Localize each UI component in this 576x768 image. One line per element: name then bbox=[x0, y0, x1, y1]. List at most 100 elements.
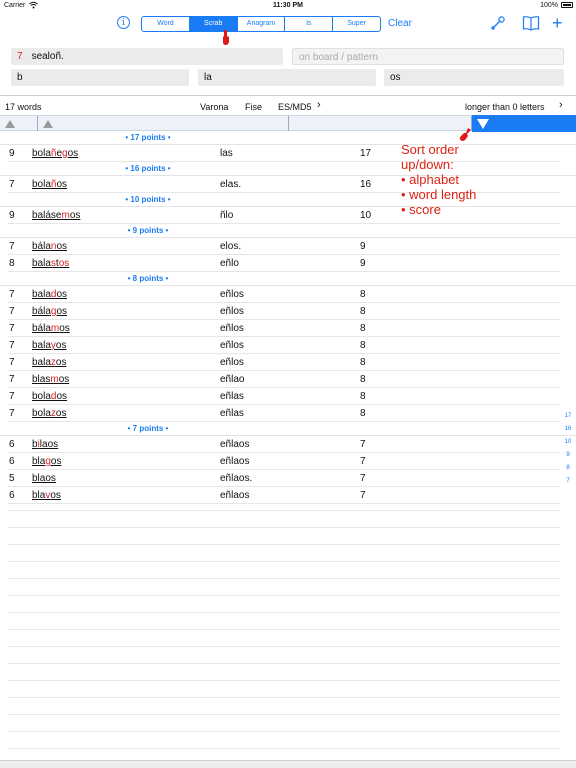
sort-pattern-column[interactable] bbox=[289, 116, 472, 131]
index-item[interactable]: 7 bbox=[562, 475, 574, 488]
remaining-letters: eñlo bbox=[220, 258, 239, 269]
word-text[interactable]: bolañegos bbox=[32, 148, 78, 159]
results-info-row: 17 words Varona Fise ES/MD5 › longer tha… bbox=[0, 99, 576, 115]
info-icon[interactable]: i bbox=[117, 16, 130, 29]
word-score: 17 bbox=[360, 148, 372, 159]
index-item[interactable]: 9 bbox=[562, 449, 574, 462]
word-part: bala bbox=[32, 258, 51, 269]
wrench-icon[interactable] bbox=[490, 15, 506, 31]
index-item[interactable]: 16 bbox=[562, 423, 574, 436]
segment-is[interactable]: Is bbox=[285, 17, 334, 31]
word-part: os bbox=[67, 148, 79, 159]
word-length: 7 bbox=[9, 374, 15, 385]
word-text[interactable]: blaos bbox=[32, 473, 56, 484]
index-item[interactable]: 10 bbox=[562, 436, 574, 449]
table-row[interactable]: 7 blasmos eñlao 8 bbox=[8, 371, 560, 388]
prefix-field[interactable]: b bbox=[11, 69, 189, 86]
clear-button[interactable]: Clear bbox=[388, 18, 412, 29]
table-row[interactable]: 7 balados eñlos 8 bbox=[8, 286, 560, 303]
chevron-right-icon[interactable]: › bbox=[317, 99, 321, 111]
dictionary-fise[interactable]: Fise bbox=[245, 102, 262, 112]
points-group-header: • 16 points • bbox=[0, 162, 576, 176]
word-part: laos bbox=[39, 439, 59, 450]
table-row[interactable]: 9 bolañegos las 17 bbox=[8, 145, 560, 162]
word-part: bola bbox=[32, 408, 51, 419]
added-letter: os bbox=[58, 258, 70, 269]
word-score: 8 bbox=[360, 408, 366, 419]
suffix-field[interactable]: os bbox=[384, 69, 564, 86]
word-text[interactable]: blagos bbox=[32, 456, 61, 467]
word-part: bála bbox=[32, 241, 51, 252]
table-row[interactable]: 7 bálanos elos. 9 bbox=[8, 238, 560, 255]
dictionary-varona[interactable]: Varona bbox=[200, 102, 228, 112]
letters-field[interactable]: 7 sealoñ. bbox=[11, 48, 283, 65]
table-row[interactable]: 9 balásemos ñlo 10 bbox=[8, 207, 560, 224]
segment-anagram[interactable]: Anagram bbox=[238, 17, 286, 31]
toolbar: i Word Scrab Anagram Is Super Clear + bbox=[0, 12, 576, 36]
segment-word[interactable]: Word bbox=[142, 17, 190, 31]
word-text[interactable]: bálagos bbox=[32, 306, 67, 317]
table-row[interactable]: 5 blaos eñlaos. 7 bbox=[8, 470, 560, 487]
bottom-bar bbox=[0, 760, 576, 768]
empty-row bbox=[8, 664, 560, 681]
annotation-line: • alphabet bbox=[401, 172, 460, 187]
word-part: os bbox=[50, 456, 62, 467]
word-text[interactable]: bálanos bbox=[32, 241, 67, 252]
word-length: 7 bbox=[9, 391, 15, 402]
segment-super[interactable]: Super bbox=[333, 17, 380, 31]
word-text[interactable]: balados bbox=[32, 289, 67, 300]
table-row[interactable]: 7 bolazos eñlas 8 bbox=[8, 405, 560, 422]
word-part: bola bbox=[32, 391, 51, 402]
word-text[interactable]: bilaos bbox=[32, 439, 58, 450]
word-part: os bbox=[69, 210, 81, 221]
points-group-header: • 17 points • bbox=[0, 131, 576, 145]
word-score: 8 bbox=[360, 340, 366, 351]
word-length: 7 bbox=[9, 340, 15, 351]
sort-order-annotation: Sort order up/down: • alphabet • word le… bbox=[401, 142, 476, 217]
word-text[interactable]: bálamos bbox=[32, 323, 70, 334]
section-index-bar: 17 16 10 9 8 7 bbox=[562, 410, 574, 488]
word-score: 7 bbox=[360, 439, 366, 450]
word-part: blaos bbox=[32, 473, 56, 484]
table-row[interactable]: 7 bolaños elas. 16 bbox=[8, 176, 560, 193]
plus-icon[interactable]: + bbox=[552, 13, 563, 33]
sort-up-icon bbox=[5, 120, 15, 128]
table-row[interactable]: 7 bolados eñlas 8 bbox=[8, 388, 560, 405]
table-row[interactable]: 8 balastos eñlo 9 bbox=[8, 255, 560, 272]
table-row[interactable]: 6 bilaos eñlaos 7 bbox=[8, 436, 560, 453]
word-text[interactable]: balastos bbox=[32, 258, 69, 269]
word-text[interactable]: bolazos bbox=[32, 408, 66, 419]
book-icon[interactable] bbox=[522, 15, 540, 31]
sort-alphabet-column[interactable] bbox=[38, 116, 289, 131]
table-row[interactable]: 7 balazos eñlos 8 bbox=[8, 354, 560, 371]
word-length: 7 bbox=[9, 179, 15, 190]
empty-row bbox=[8, 511, 560, 528]
word-score: 7 bbox=[360, 456, 366, 467]
word-text[interactable]: balásemos bbox=[32, 210, 80, 221]
word-text[interactable]: bolaños bbox=[32, 179, 67, 190]
middle-field[interactable]: la bbox=[198, 69, 376, 86]
index-item[interactable]: 8 bbox=[562, 462, 574, 475]
status-bar: Carrier 11:30 PM 100% bbox=[0, 0, 576, 12]
remaining-letters: elos. bbox=[220, 241, 242, 252]
table-row[interactable]: 6 blagos eñlaos 7 bbox=[8, 453, 560, 470]
segment-scrab[interactable]: Scrab bbox=[189, 17, 238, 31]
word-text[interactable]: bolados bbox=[32, 391, 67, 402]
empty-row bbox=[8, 681, 560, 698]
table-row[interactable]: 7 bálamos eñlos 8 bbox=[8, 320, 560, 337]
word-text[interactable]: balayos bbox=[32, 340, 66, 351]
index-item[interactable]: 17 bbox=[562, 410, 574, 423]
dictionary-es[interactable]: ES/MD5 bbox=[278, 102, 312, 112]
length-filter[interactable]: longer than 0 letters bbox=[465, 102, 545, 112]
pointer-hand-icon bbox=[223, 30, 229, 45]
sort-length-column[interactable] bbox=[0, 116, 38, 131]
chevron-right-icon[interactable]: › bbox=[559, 99, 563, 111]
word-text[interactable]: blasmos bbox=[32, 374, 69, 385]
points-group-header: • 9 points • bbox=[0, 224, 576, 238]
word-score: 10 bbox=[360, 210, 372, 221]
table-row[interactable]: 7 balayos eñlos 8 bbox=[8, 337, 560, 354]
word-score: 7 bbox=[360, 473, 366, 484]
word-text[interactable]: balazos bbox=[32, 357, 66, 368]
board-pattern-field[interactable]: on board / pattern bbox=[292, 48, 564, 65]
table-row[interactable]: 7 bálagos eñlos 8 bbox=[8, 303, 560, 320]
